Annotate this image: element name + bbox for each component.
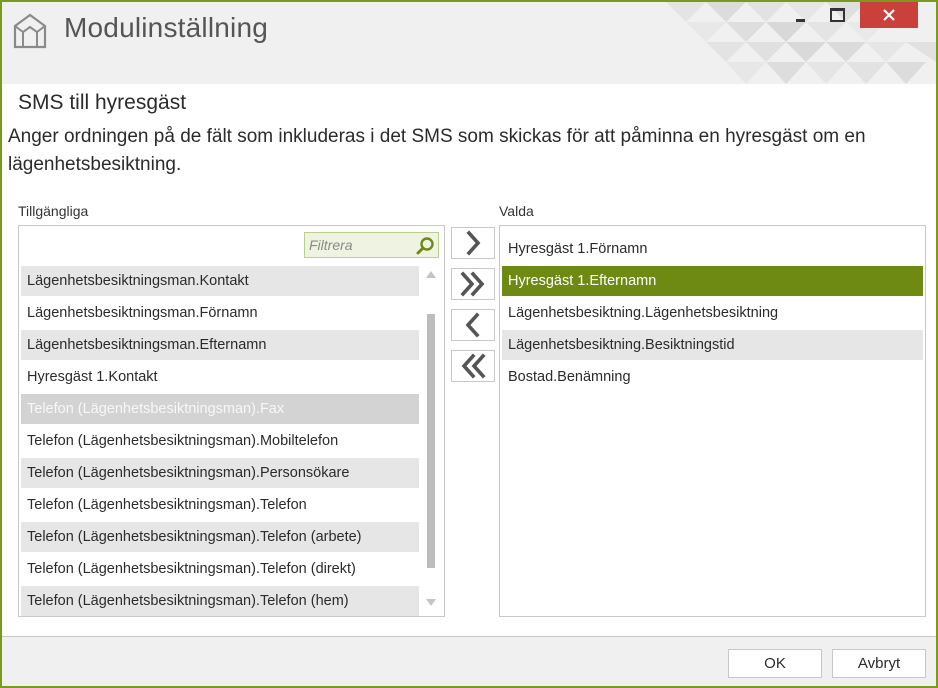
search-icon[interactable] <box>415 236 435 256</box>
scroll-up-button[interactable] <box>425 268 437 280</box>
window-title: Modulinställning <box>64 12 268 43</box>
maximize-button[interactable] <box>819 2 855 28</box>
cancel-button[interactable]: Avbryt <box>832 649 926 678</box>
scroll-up-icon <box>426 271 436 278</box>
list-item[interactable]: Telefon (Lägenhetsbesiktningsman).Person… <box>21 458 419 488</box>
double-chevron-left-icon <box>461 353 486 379</box>
list-item[interactable]: Lägenhetsbesiktning.Lägenhetsbesiktning <box>502 298 923 328</box>
chevron-right-icon <box>466 230 481 256</box>
ok-button[interactable]: OK <box>728 649 822 678</box>
add-all-button[interactable] <box>451 268 495 300</box>
section-description: Anger ordningen på de fält som inkludera… <box>8 126 866 175</box>
list-item[interactable]: Telefon (Lägenhetsbesiktningsman).Telefo… <box>21 522 419 552</box>
available-list-scrollbar[interactable] <box>424 266 438 614</box>
available-label: Tillgängliga <box>18 203 89 219</box>
scroll-down-button[interactable] <box>425 597 437 609</box>
selected-label: Valda <box>499 203 534 219</box>
chevron-left-icon <box>465 312 480 338</box>
close-button[interactable] <box>860 2 918 28</box>
dialog-footer: OK Avbryt <box>2 636 936 686</box>
double-chevron-right-icon <box>460 271 485 297</box>
minimize-icon <box>795 18 805 22</box>
section-title: SMS till hyresgäst <box>18 91 187 114</box>
list-item[interactable]: Lägenhetsbesiktningsman.Kontakt <box>21 266 419 296</box>
list-item[interactable]: Hyresgäst 1.Kontakt <box>21 362 419 392</box>
remove-all-button[interactable] <box>451 350 495 382</box>
close-icon <box>883 9 895 21</box>
module-settings-window: Modulinställning SMS till hyresgäst Ange… <box>0 0 938 688</box>
available-list[interactable]: Lägenhetsbesiktningsman.Kontakt Lägenhet… <box>18 225 445 617</box>
list-item[interactable]: Lägenhetsbesiktningsman.Efternamn <box>21 330 419 360</box>
add-selected-button[interactable] <box>451 227 495 259</box>
filter-box[interactable] <box>304 232 439 258</box>
filter-input[interactable] <box>305 233 417 257</box>
list-item-selected[interactable]: Telefon (Lägenhetsbesiktningsman).Fax <box>21 394 419 424</box>
maximize-icon <box>829 8 845 22</box>
list-item[interactable]: Telefon (Lägenhetsbesiktningsman).Telefo… <box>21 554 419 584</box>
list-item[interactable]: Telefon (Lägenhetsbesiktningsman).Telefo… <box>21 586 419 616</box>
app-logo-icon <box>13 13 47 49</box>
list-item[interactable]: Telefon (Lägenhetsbesiktningsman).Telefo… <box>21 490 419 520</box>
minimize-button[interactable] <box>782 2 818 28</box>
list-item[interactable]: Hyresgäst 1.Förnamn <box>502 234 923 264</box>
list-item[interactable]: Telefon (Lägenhetsbesiktningsman).Mobilt… <box>21 426 419 456</box>
list-item-selected[interactable]: Hyresgäst 1.Efternamn <box>502 266 923 296</box>
remove-selected-button[interactable] <box>451 309 495 341</box>
scroll-down-icon <box>426 599 436 606</box>
title-bar[interactable]: Modulinställning <box>2 2 936 84</box>
selected-list[interactable]: Hyresgäst 1.Förnamn Hyresgäst 1.Efternam… <box>499 225 926 617</box>
list-item[interactable]: Lägenhetsbesiktningsman.Förnamn <box>21 298 419 328</box>
scroll-thumb[interactable] <box>427 314 435 568</box>
list-item[interactable]: Lägenhetsbesiktning.Besiktningstid <box>502 330 923 360</box>
list-item[interactable]: Bostad.Benämning <box>502 362 923 392</box>
